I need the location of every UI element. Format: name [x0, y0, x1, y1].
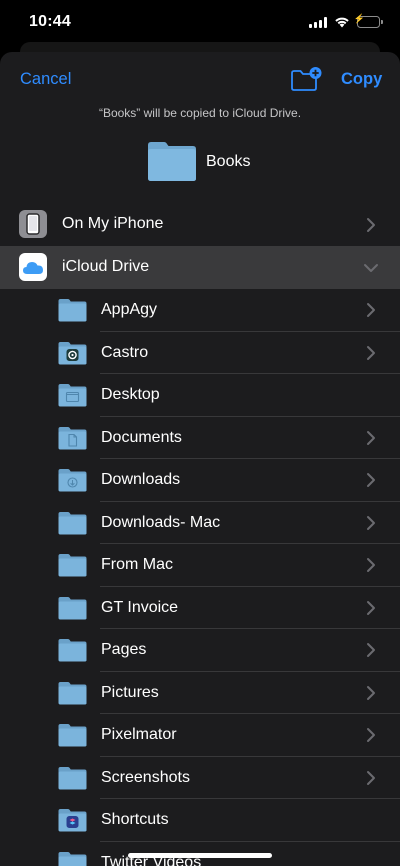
folder-label: Pictures [101, 683, 159, 701]
chevron-right-icon [367, 600, 375, 615]
chevron-right-icon [367, 218, 375, 232]
folder-icon [58, 724, 87, 747]
status-icons: ⚡ [309, 13, 383, 29]
folder-row-gt-invoice[interactable]: GT Invoice [0, 587, 400, 629]
chevron-right-icon [367, 473, 375, 487]
new-folder-button[interactable] [290, 66, 322, 92]
chevron-right-icon [367, 770, 375, 785]
folder-label: GT Invoice [101, 598, 179, 616]
folder-row-screenshots[interactable]: Screenshots [0, 757, 400, 799]
copy-destination-message: “Books” will be copied to iCloud Drive. [98, 106, 302, 120]
folder-label: Downloads [101, 471, 181, 488]
wifi-icon [335, 17, 349, 28]
folder-label: Documents [101, 428, 182, 446]
folder-icon [58, 809, 87, 832]
folder-label: Shortcuts [101, 811, 169, 828]
chevron-right-icon [367, 515, 375, 530]
folder-icon [58, 596, 87, 619]
battery-icon: ⚡ [353, 13, 383, 28]
folder-row-from-mac[interactable]: From Mac [0, 544, 400, 587]
nav-bar: Cancel Copy [0, 52, 400, 106]
folder-icon [58, 426, 87, 449]
iphone-icon [19, 210, 47, 238]
chevron-right-icon [367, 303, 375, 317]
chevron-right-icon [367, 430, 375, 445]
folder-icon [58, 639, 87, 662]
folder-row-shortcuts[interactable]: Shortcuts [0, 799, 400, 842]
folder-row-pictures[interactable]: Pictures [0, 672, 400, 714]
folder-icon [58, 469, 87, 492]
folder-icon [58, 681, 87, 704]
location-label: iCloud Drive [62, 258, 150, 275]
charging-bolt-icon: ⚡ [353, 13, 366, 23]
cellular-signal-icon [309, 16, 327, 28]
chevron-right-icon [367, 345, 375, 360]
folder-row-downloads-mac[interactable]: Downloads- Mac [0, 502, 400, 544]
home-indicator[interactable] [128, 853, 272, 858]
copy-sheet: Cancel Copy “Books” will be copied to iC… [0, 52, 400, 866]
folder-row-documents[interactable]: Documents [0, 417, 400, 459]
status-bar: 10:44 ⚡ [0, 0, 400, 44]
chevron-right-icon [367, 685, 375, 700]
folder-label: Castro [101, 343, 149, 361]
status-time: 10:44 [29, 13, 71, 30]
folder-icon [148, 142, 196, 181]
chevron-right-icon [367, 728, 375, 742]
folder-label: Screenshots [101, 768, 190, 786]
folder-row-pages[interactable]: Pages [0, 629, 400, 672]
copy-button[interactable]: Copy [341, 70, 382, 89]
folder-label: From Mac [101, 556, 173, 573]
folder-icon [58, 299, 87, 322]
folder-label: Pixelmator [101, 726, 177, 743]
document-name: Books [206, 153, 251, 170]
chevron-right-icon [367, 558, 375, 572]
folder-icon [58, 384, 87, 407]
icloud-folder-list: AppAgy Castro Desktop Documents Download… [0, 289, 400, 866]
folder-row-downloads[interactable]: Downloads [0, 459, 400, 502]
cancel-button[interactable]: Cancel [20, 70, 71, 89]
folder-label: Downloads- Mac [101, 513, 221, 531]
folder-icon [58, 341, 87, 364]
folder-icon [58, 851, 87, 866]
folder-row-pixelmator[interactable]: Pixelmator [0, 714, 400, 757]
folder-row-desktop[interactable]: Desktop [0, 374, 400, 417]
chevron-down-icon [364, 264, 378, 272]
location-icloud-drive[interactable]: iCloud Drive [0, 246, 400, 289]
folder-label: AppAgy [101, 301, 158, 318]
location-on-my-iphone[interactable]: On My iPhone [0, 203, 400, 246]
folder-row-castro[interactable]: Castro [0, 332, 400, 374]
folder-icon [58, 554, 87, 577]
folder-row-appagy[interactable]: AppAgy [0, 289, 400, 332]
location-label: On My iPhone [62, 215, 164, 232]
location-list: On My iPhone iCloud Drive AppAgy Castro [0, 203, 400, 866]
folder-label: Desktop [101, 386, 160, 403]
folder-label: Pages [101, 641, 147, 658]
folder-icon [58, 766, 87, 789]
folder-icon [58, 511, 87, 534]
chevron-right-icon [367, 643, 375, 657]
icloud-icon [19, 253, 47, 281]
